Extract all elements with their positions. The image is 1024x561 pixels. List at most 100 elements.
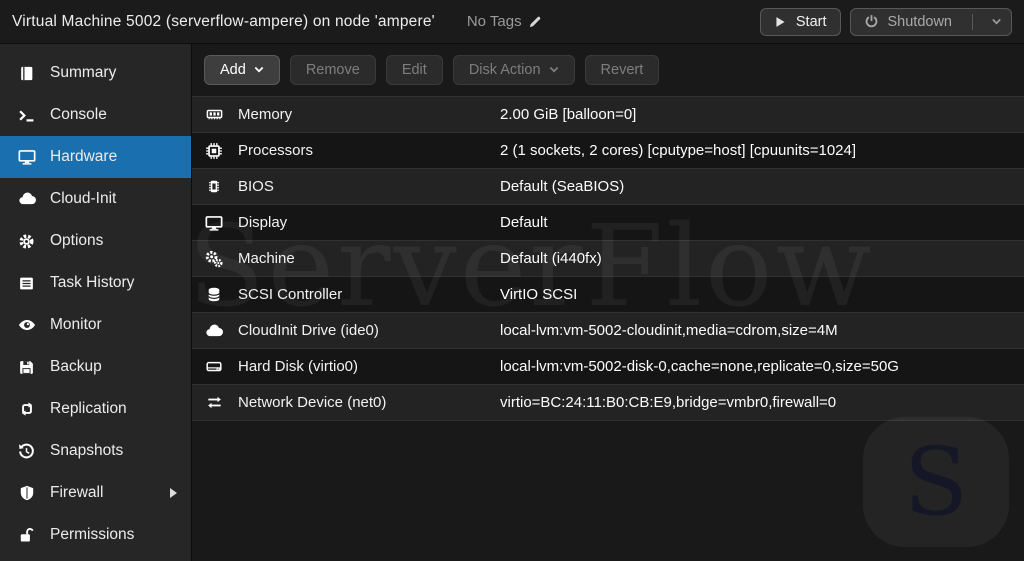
- sidebar-item-summary[interactable]: Summary: [0, 52, 191, 94]
- row-value: Default (SeaBIOS): [500, 178, 625, 195]
- hardware-row-memory[interactable]: Memory 2.00 GiB [balloon=0]: [192, 97, 1024, 133]
- shutdown-split-divider: [972, 13, 973, 30]
- shutdown-button[interactable]: Shutdown: [849, 7, 1012, 36]
- chip-icon: [204, 178, 224, 195]
- row-label: Hard Disk (virtio0): [238, 358, 359, 375]
- sidebar-item-task-history[interactable]: Task History: [0, 262, 191, 304]
- sidebar-item-label: Snapshots: [50, 442, 124, 459]
- page-title: Virtual Machine 5002 (serverflow-ampere)…: [12, 12, 435, 30]
- sidebar: Summary Console Hardware Cloud-Init Opti…: [0, 44, 192, 561]
- play-icon: [776, 16, 785, 27]
- revert-button[interactable]: Revert: [584, 55, 660, 85]
- display-icon: [204, 214, 224, 232]
- edit-tags-pencil-icon[interactable]: [528, 14, 543, 29]
- hardware-table: Memory 2.00 GiB [balloon=0] Processors 2…: [192, 96, 1024, 421]
- memory-icon: [204, 106, 224, 123]
- row-value: VirtIO SCSI: [500, 286, 578, 303]
- floppy-icon: [17, 359, 36, 376]
- database-icon: [204, 286, 224, 303]
- hardware-row-display[interactable]: Display Default: [192, 205, 1024, 241]
- hardware-row-network-device[interactable]: Network Device (net0) virtio=BC:24:11:B0…: [192, 385, 1024, 421]
- sidebar-item-permissions[interactable]: Permissions: [0, 514, 191, 556]
- row-value: local-lvm:vm-5002-disk-0,cache=none,repl…: [500, 358, 899, 375]
- row-label: Machine: [238, 250, 295, 267]
- row-value: Default: [500, 214, 548, 231]
- hardware-row-bios[interactable]: BIOS Default (SeaBIOS): [192, 169, 1024, 205]
- cpu-icon: [204, 142, 224, 160]
- disk-action-button-label: Disk Action: [468, 62, 541, 78]
- cloud-icon: [17, 190, 36, 208]
- harddisk-icon: [204, 358, 224, 375]
- unlock-icon: [17, 527, 36, 544]
- sidebar-item-label: Hardware: [50, 148, 118, 165]
- sidebar-item-firewall[interactable]: Firewall: [0, 472, 191, 514]
- edit-button-label: Edit: [401, 62, 427, 78]
- history-icon: [17, 443, 36, 460]
- row-value: virtio=BC:24:11:B0:CB:E9,bridge=vmbr0,fi…: [500, 394, 837, 411]
- sidebar-item-label: Options: [50, 232, 104, 249]
- shield-icon: [17, 485, 36, 501]
- gear-icon: [17, 233, 36, 250]
- sidebar-item-label: Replication: [50, 400, 127, 417]
- sidebar-item-backup[interactable]: Backup: [0, 346, 191, 388]
- disk-action-button[interactable]: Disk Action: [452, 55, 575, 85]
- chevron-down-icon: [549, 66, 558, 73]
- hardware-row-cloudinit-drive[interactable]: CloudInit Drive (ide0) local-lvm:vm-5002…: [192, 313, 1024, 349]
- remove-button[interactable]: Remove: [289, 55, 376, 85]
- revert-button-label: Revert: [600, 62, 644, 78]
- row-value: 2.00 GiB [balloon=0]: [500, 106, 637, 123]
- row-value: Default (i440fx): [500, 250, 602, 267]
- hardware-row-processors[interactable]: Processors 2 (1 sockets, 2 cores) [cputy…: [192, 133, 1024, 169]
- add-button-label: Add: [220, 62, 246, 78]
- sidebar-item-label: Monitor: [50, 316, 102, 333]
- sidebar-item-replication[interactable]: Replication: [0, 388, 191, 430]
- row-label: CloudInit Drive (ide0): [238, 322, 379, 339]
- chevron-down-icon: [992, 18, 1001, 24]
- edit-button[interactable]: Edit: [385, 55, 443, 85]
- cloud-icon: [204, 322, 224, 340]
- power-icon: [865, 15, 877, 28]
- terminal-icon: [17, 107, 36, 124]
- sidebar-item-label: Cloud-Init: [50, 190, 117, 207]
- row-label: Processors: [238, 142, 314, 159]
- hardware-row-scsi-controller[interactable]: SCSI Controller VirtIO SCSI: [192, 277, 1024, 313]
- sidebar-item-cloud-init[interactable]: Cloud-Init: [0, 178, 191, 220]
- row-value: 2 (1 sockets, 2 cores) [cputype=host] [c…: [500, 142, 857, 159]
- display-icon: [17, 148, 36, 166]
- hardware-row-machine[interactable]: Machine Default (i440fx): [192, 241, 1024, 277]
- row-label: SCSI Controller: [238, 286, 343, 303]
- shutdown-button-label: Shutdown: [887, 13, 953, 30]
- sidebar-item-label: Firewall: [50, 484, 104, 501]
- sidebar-item-snapshots[interactable]: Snapshots: [0, 430, 191, 472]
- list-icon: [17, 275, 36, 292]
- toolbar: Add Remove Edit Disk Action Revert: [192, 44, 1024, 96]
- watermark-badge: S: [863, 417, 1009, 547]
- header-actions: Start Shutdown: [759, 7, 1012, 36]
- sidebar-item-console[interactable]: Console: [0, 94, 191, 136]
- start-button-label: Start: [795, 13, 827, 30]
- row-label: BIOS: [238, 178, 274, 195]
- sync-icon: [17, 400, 36, 418]
- shutdown-dropdown-toggle[interactable]: [982, 18, 1011, 26]
- sidebar-item-options[interactable]: Options: [0, 220, 191, 262]
- sidebar-item-label: Summary: [50, 64, 117, 81]
- row-value: local-lvm:vm-5002-cloudinit,media=cdrom,…: [500, 322, 838, 339]
- row-label: Display: [238, 214, 288, 231]
- header-bar: Virtual Machine 5002 (serverflow-ampere)…: [0, 0, 1024, 44]
- row-label: Network Device (net0): [238, 394, 387, 411]
- no-tags-label: No Tags: [466, 13, 522, 30]
- book-icon: [17, 65, 36, 82]
- tags-area[interactable]: No Tags: [467, 13, 543, 30]
- sidebar-item-hardware[interactable]: Hardware: [0, 136, 191, 178]
- hardware-row-hard-disk[interactable]: Hard Disk (virtio0) local-lvm:vm-5002-di…: [192, 349, 1024, 385]
- sidebar-item-label: Permissions: [50, 526, 135, 543]
- start-button[interactable]: Start: [759, 7, 841, 36]
- sidebar-item-monitor[interactable]: Monitor: [0, 304, 191, 346]
- chevron-down-icon: [254, 66, 264, 73]
- content-area: Add Remove Edit Disk Action Revert Memor…: [192, 44, 1024, 561]
- row-label: Memory: [238, 106, 293, 123]
- sidebar-item-label: Console: [50, 106, 107, 123]
- remove-button-label: Remove: [305, 62, 360, 78]
- add-button[interactable]: Add: [204, 55, 280, 85]
- watermark-badge-letter: S: [903, 427, 969, 537]
